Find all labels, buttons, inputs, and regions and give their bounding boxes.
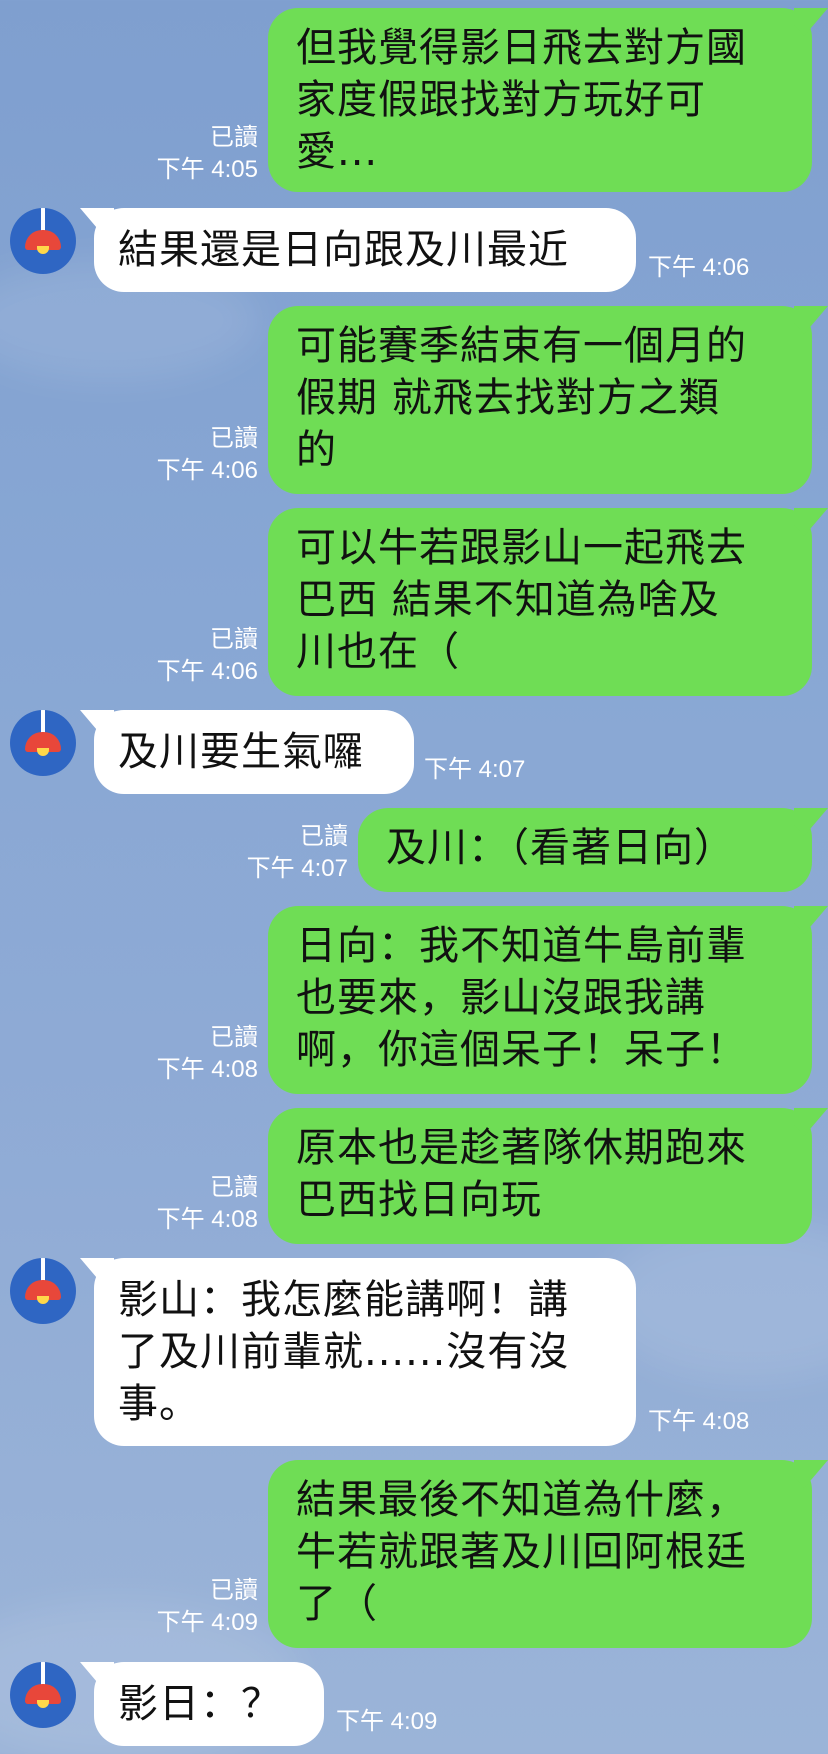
read-receipt: 已讀 [210, 1174, 258, 1201]
timestamp: 下午 4:09 [336, 1708, 438, 1735]
timestamp: 下午 4:06 [648, 254, 750, 281]
timestamp: 下午 4:07 [424, 756, 526, 783]
timestamp: 下午 4:06 [156, 658, 258, 685]
read-receipt: 已讀 [210, 1577, 258, 1604]
message-bubble[interactable]: 但我覺得影日飛去對方國 家度假跟找對方玩好可 愛... [268, 8, 812, 192]
timestamp: 下午 4:06 [156, 457, 258, 484]
timestamp: 下午 4:07 [246, 855, 348, 882]
read-receipt: 已讀 [210, 124, 258, 151]
message-bubble[interactable]: 影山：我怎麼能講啊！講 了及川前輩就......沒有沒 事。 [94, 1258, 636, 1446]
message-bubble[interactable]: 及川：（看著日向） [358, 808, 812, 892]
message-bubble[interactable]: 原本也是趁著隊休期跑來 巴西找日向玩 [268, 1108, 812, 1244]
message-bubble[interactable]: 可以牛若跟影山一起飛去 巴西 結果不知道為啥及 川也在（ [268, 508, 812, 696]
timestamp: 下午 4:09 [156, 1609, 258, 1636]
timestamp: 下午 4:08 [156, 1056, 258, 1083]
lamp-icon[interactable] [10, 208, 76, 274]
timestamp: 下午 4:05 [156, 156, 258, 183]
message-bubble[interactable]: 影日：？ [94, 1662, 324, 1746]
message-bubble[interactable]: 可能賽季結束有一個月的 假期 就飛去找對方之類 的 [268, 306, 812, 494]
message-bubble[interactable]: 日向：我不知道牛島前輩 也要來，影山沒跟我講 啊，你這個呆子！呆子！ [268, 906, 812, 1094]
lamp-icon[interactable] [10, 710, 76, 776]
read-receipt: 已讀 [300, 823, 348, 850]
timestamp: 下午 4:08 [648, 1408, 750, 1435]
lamp-icon[interactable] [10, 1662, 76, 1728]
read-receipt: 已讀 [210, 425, 258, 452]
message-bubble[interactable]: 及川要生氣囉 [94, 710, 414, 794]
lamp-icon[interactable] [10, 1258, 76, 1324]
read-receipt: 已讀 [210, 626, 258, 653]
read-receipt: 已讀 [210, 1024, 258, 1051]
timestamp: 下午 4:08 [156, 1206, 258, 1233]
message-bubble[interactable]: 結果還是日向跟及川最近 [94, 208, 636, 292]
message-bubble[interactable]: 結果最後不知道為什麼， 牛若就跟著及川回阿根廷 了（ [268, 1460, 812, 1648]
